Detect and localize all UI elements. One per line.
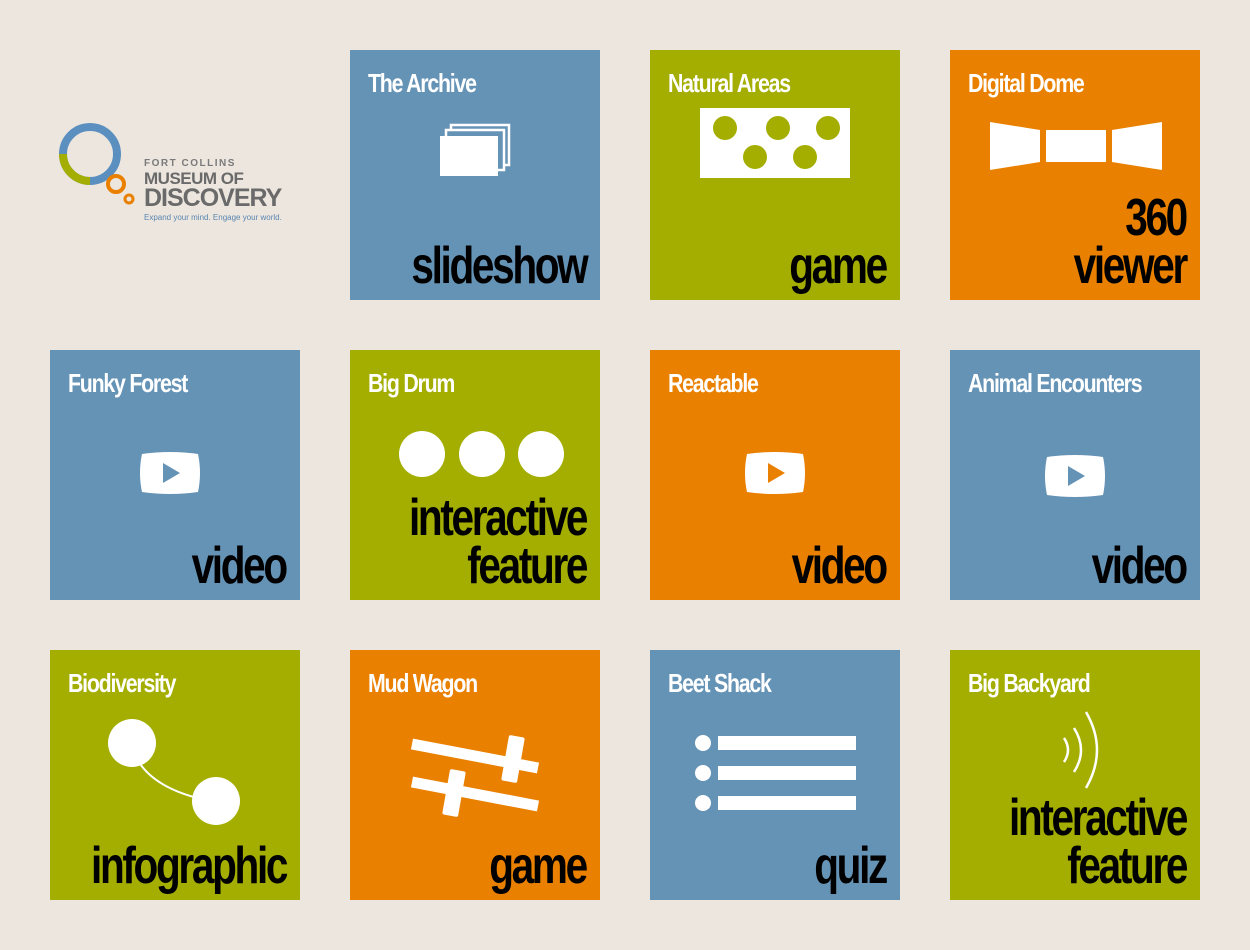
tile-title: Beet Shack — [668, 668, 772, 698]
tile-type: quiz — [814, 837, 888, 895]
tile-title: Animal Encounters — [968, 368, 1143, 398]
tile-type: interactive feature — [1008, 789, 1189, 895]
logo-rings-icon — [59, 123, 135, 205]
tile-biodiversity[interactable]: Biodiversity infographic — [50, 650, 300, 900]
tile-title: The Archive — [368, 68, 477, 98]
infographic-icon — [108, 719, 240, 825]
list-quiz-icon — [695, 735, 856, 811]
tile-title: Digital Dome — [968, 68, 1085, 98]
tile-title: Natural Areas — [668, 68, 791, 98]
tile-title: Reactable — [668, 368, 759, 398]
tile-type: video — [191, 537, 289, 595]
three-circles-icon — [399, 431, 564, 477]
tile-type: 360 viewer — [1073, 189, 1189, 295]
tile-digital-dome[interactable]: Digital Dome 360 viewer — [950, 50, 1200, 300]
tile-big-backyard[interactable]: Big Backyard interactive feature — [950, 650, 1200, 900]
tile-type: game — [789, 237, 888, 295]
tile-title: Mud Wagon — [368, 668, 478, 698]
slideshow-icon — [440, 123, 511, 176]
play-icon — [745, 452, 805, 494]
tile-natural-areas[interactable]: Natural Areas game — [650, 50, 900, 300]
logo-tagline: Expand your mind. Engage your world. — [144, 213, 282, 222]
tile-type: video — [1091, 537, 1189, 595]
tile-title: Biodiversity — [68, 668, 177, 698]
tile-title: Funky Forest — [68, 368, 188, 398]
tile-title: Big Drum — [368, 368, 455, 398]
play-icon — [1045, 455, 1105, 497]
tile-type: infographic — [90, 837, 288, 895]
tile-type: video — [791, 537, 889, 595]
tile-type: game — [489, 837, 588, 895]
tile-type: slideshow — [410, 237, 588, 295]
panorama-icon — [990, 122, 1162, 170]
logo-line-1: FORT COLLINS — [144, 158, 236, 169]
tile-reactable[interactable]: Reactable video — [650, 350, 900, 600]
play-icon — [140, 452, 200, 494]
sliders-game-icon — [410, 735, 540, 817]
tile-beet-shack[interactable]: Beet Shack quiz — [650, 650, 900, 900]
dots-game-icon — [700, 108, 850, 178]
tile-animal-encounters[interactable]: Animal Encounters video — [950, 350, 1200, 600]
sound-waves-icon — [1062, 711, 1099, 789]
tile-type: interactive feature — [408, 489, 589, 595]
tile-big-drum[interactable]: Big Drum interactive feature — [350, 350, 600, 600]
tile-mud-wagon[interactable]: Mud Wagon game — [350, 650, 600, 900]
logo-line-3: DISCOVERY — [144, 184, 282, 212]
tile-title: Big Backyard — [968, 668, 1091, 698]
museum-logo: FORT COLLINS MUSEUM OF DISCOVERY Expand … — [58, 122, 298, 232]
tile-the-archive[interactable]: The Archive slideshow — [350, 50, 600, 300]
tile-funky-forest[interactable]: Funky Forest video — [50, 350, 300, 600]
